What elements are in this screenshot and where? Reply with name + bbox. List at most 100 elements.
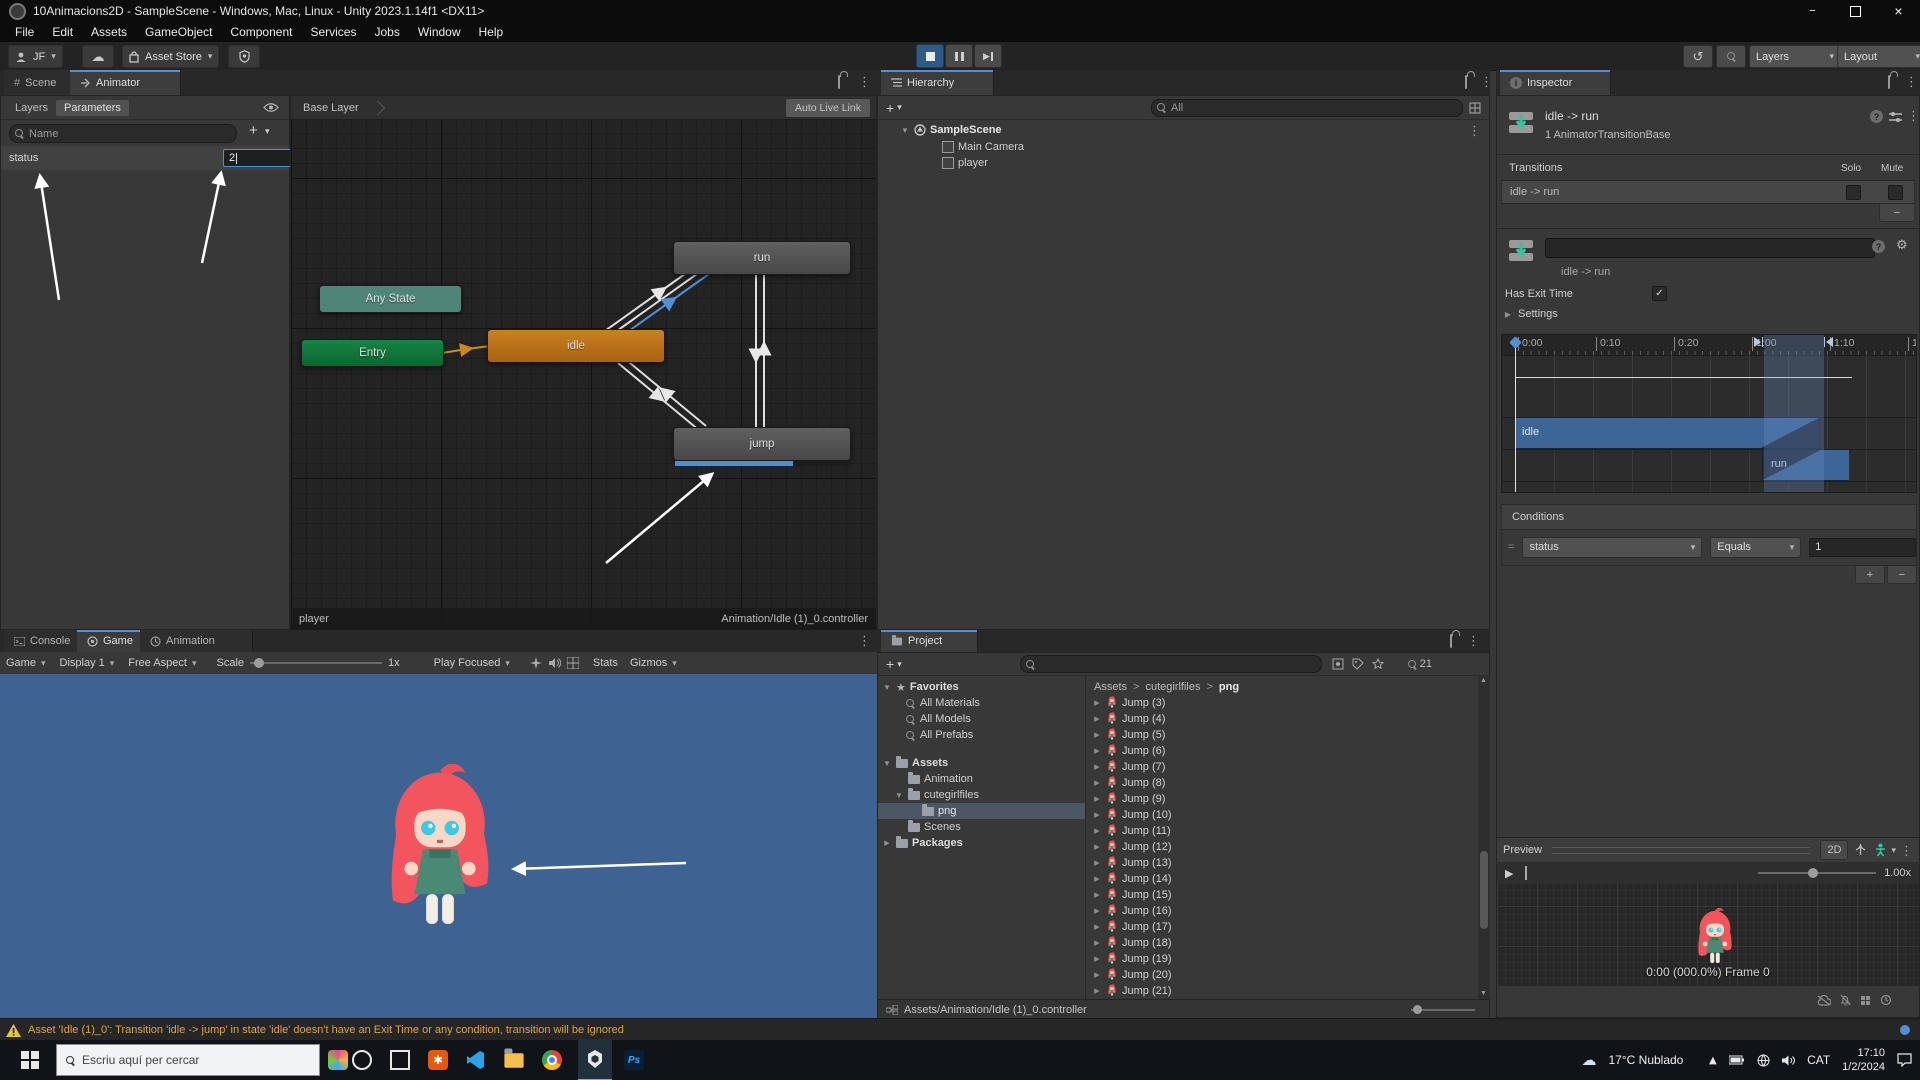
transition-list-row[interactable]: idle -> run xyxy=(1501,180,1915,204)
add-parameter-chevron-icon[interactable]: ▾ xyxy=(265,126,270,137)
pause-button[interactable] xyxy=(945,44,973,68)
foldout-closed-icon[interactable]: ▶ xyxy=(1092,939,1102,947)
foldout-closed-icon[interactable]: ▶ xyxy=(1092,811,1102,819)
asset-row-jump[interactable]: ▶ Jump (10) xyxy=(1086,807,1466,823)
vsync-icon[interactable] xyxy=(530,657,542,669)
condition-operator-dropdown[interactable]: Equals ▾ xyxy=(1710,537,1801,558)
project-add-chevron-icon[interactable]: ▾ xyxy=(897,659,902,670)
folder-scenes[interactable]: Scenes xyxy=(878,819,1085,835)
cloud-button[interactable]: ☁ xyxy=(82,45,114,68)
chrome-icon[interactable] xyxy=(540,1048,564,1072)
animator-graph-panel[interactable]: Base Layer Auto Live Link run xyxy=(290,95,877,630)
foldout-closed-icon[interactable]: ▶ xyxy=(1092,875,1102,883)
favorites-root[interactable]: ▼ ★ Favorites xyxy=(878,679,1085,695)
auto-live-link-button[interactable]: Auto Live Link xyxy=(785,98,871,118)
slider-knob[interactable] xyxy=(1413,1005,1422,1014)
hierarchy-lock-icon[interactable] xyxy=(1465,75,1467,89)
display-dropdown[interactable]: Display 1▾ xyxy=(60,657,115,669)
notifications-muted-icon[interactable] xyxy=(1840,994,1851,1006)
asset-row-jump[interactable]: ▶ Jump (16) xyxy=(1086,903,1466,919)
search-everything-button[interactable] xyxy=(1716,45,1746,68)
state-node-jump[interactable]: jump xyxy=(673,427,851,461)
breadcrumb-png[interactable]: png xyxy=(1219,681,1239,693)
transition-timeline[interactable]: 0:000:100:201:001:101:2 idle run xyxy=(1501,334,1917,493)
breadcrumb-assets[interactable]: Assets xyxy=(1094,681,1127,693)
hierarchy-row-player[interactable]: player xyxy=(878,155,1489,171)
add-condition-button[interactable]: + xyxy=(1855,566,1885,584)
menu-item[interactable]: File xyxy=(6,25,43,39)
gizmos-dropdown[interactable]: Gizmos▾ xyxy=(630,657,677,669)
asset-row-jump[interactable]: ▶ Jump (6) xyxy=(1086,743,1466,759)
foldout-closed-icon[interactable]: ▶ xyxy=(1092,987,1102,995)
avatar-icon[interactable] xyxy=(1874,843,1887,857)
project-lock-icon[interactable] xyxy=(1450,634,1452,648)
add-parameter-button[interactable]: + xyxy=(249,122,258,139)
gear-icon[interactable]: ⚙ xyxy=(1896,237,1908,253)
inspector-lock-icon[interactable] xyxy=(1888,75,1890,89)
foldout-closed-icon[interactable]: ▶ xyxy=(1092,715,1102,723)
scene-picker-icon[interactable] xyxy=(1469,102,1481,114)
tab-animation[interactable]: Animation xyxy=(140,630,253,652)
scrollbar-thumb[interactable] xyxy=(1480,851,1488,929)
layers-dropdown[interactable]: Layers ▾ xyxy=(1749,45,1841,68)
scene-kebab-icon[interactable]: ⋮ xyxy=(1468,124,1481,137)
maximize-button[interactable] xyxy=(1834,0,1877,22)
pivot-axis-icon[interactable] xyxy=(1853,843,1868,857)
foldout-closed-icon[interactable]: ▶ xyxy=(1092,859,1102,867)
refresh-icon[interactable] xyxy=(1880,994,1892,1006)
remove-condition-button[interactable]: − xyxy=(1887,566,1917,584)
preview-speed-slider[interactable] xyxy=(1758,872,1876,874)
folder-animation[interactable]: Animation xyxy=(878,771,1085,787)
folder-cutegirlfiles[interactable]: ▼ cutegirlfiles xyxy=(878,787,1085,803)
asset-row-jump[interactable]: ▶ Jump (4) xyxy=(1086,711,1466,727)
assets-root[interactable]: ▼ Assets xyxy=(878,755,1085,771)
asset-row-jump[interactable]: ▶ Jump (20) xyxy=(1086,967,1466,983)
has-exit-time-checkbox[interactable]: ✓ xyxy=(1652,286,1667,301)
slider-knob[interactable] xyxy=(1808,868,1818,878)
menu-item[interactable]: GameObject xyxy=(136,25,221,39)
weather-text[interactable]: 17°C Nublado xyxy=(1609,1053,1684,1067)
activity-grid-icon[interactable] xyxy=(1860,995,1871,1006)
thumbnail-size-slider[interactable] xyxy=(1411,1009,1475,1011)
preview-viewport[interactable]: 0:00 (000.0%) Frame 0 xyxy=(1497,884,1919,987)
hierarchy-row-scene[interactable]: ▼ SampleScene ⋮ xyxy=(878,122,1489,138)
parameter-row-status[interactable]: status 2 xyxy=(1,146,289,170)
close-button[interactable]: × xyxy=(1877,0,1920,22)
tab-animator[interactable]: Animator xyxy=(70,70,181,95)
menu-item[interactable]: Help xyxy=(470,25,513,39)
timeline-playhead-line[interactable] xyxy=(1515,347,1516,493)
condition-drag-handle[interactable]: = xyxy=(1508,541,1514,553)
tab-scene[interactable]: # Scene xyxy=(4,70,80,95)
volume-icon[interactable] xyxy=(1782,1055,1795,1066)
preview-play-button[interactable]: ▶ xyxy=(1505,867,1513,880)
taskbar-search-box[interactable]: Escriu aquí per cercar xyxy=(56,1044,320,1076)
favorites-item[interactable]: All Materials xyxy=(878,695,1085,711)
folder-png[interactable]: png xyxy=(878,803,1085,819)
asset-row-jump[interactable]: ▶ Jump (13) xyxy=(1086,855,1466,871)
favorites-search-icon[interactable] xyxy=(1372,658,1384,670)
slider-knob[interactable] xyxy=(254,658,264,668)
transition-name-input[interactable] xyxy=(1545,238,1875,258)
favorites-item[interactable]: All Models xyxy=(878,711,1085,727)
clock[interactable]: 17:10 1/2/2024 xyxy=(1842,1046,1885,1075)
play-focused-dropdown[interactable]: Play Focused▾ xyxy=(434,657,510,669)
foldout-closed-icon[interactable]: ▶ xyxy=(1092,827,1102,835)
asset-row-jump[interactable]: ▶ Jump (8) xyxy=(1086,775,1466,791)
menu-item[interactable]: Services xyxy=(301,25,365,39)
scroll-down-icon[interactable]: ▼ xyxy=(1480,990,1487,997)
photoshop-icon[interactable]: Ps xyxy=(622,1048,646,1072)
undo-history-button[interactable]: ↺ xyxy=(1683,45,1713,68)
unity-taskbar-icon[interactable] xyxy=(578,1039,612,1080)
state-node-idle[interactable]: idle xyxy=(487,329,665,363)
scale-slider[interactable] xyxy=(250,662,382,664)
header-kebab-icon[interactable]: ⋮ xyxy=(1907,109,1920,122)
mute-audio-icon[interactable] xyxy=(548,657,561,669)
asset-row-jump[interactable]: ▶ Jump (21) xyxy=(1086,983,1466,999)
tab-inspector[interactable]: i Inspector xyxy=(1500,70,1611,95)
network-icon[interactable] xyxy=(1757,1054,1770,1067)
settings-foldout[interactable]: ▶ Settings xyxy=(1503,308,1558,320)
foldout-closed-icon[interactable]: ▶ xyxy=(1092,843,1102,851)
search-by-type-icon[interactable] xyxy=(1332,658,1344,670)
asset-row-jump[interactable]: ▶ Jump (9) xyxy=(1086,791,1466,807)
help-icon[interactable]: ? xyxy=(1870,110,1883,123)
